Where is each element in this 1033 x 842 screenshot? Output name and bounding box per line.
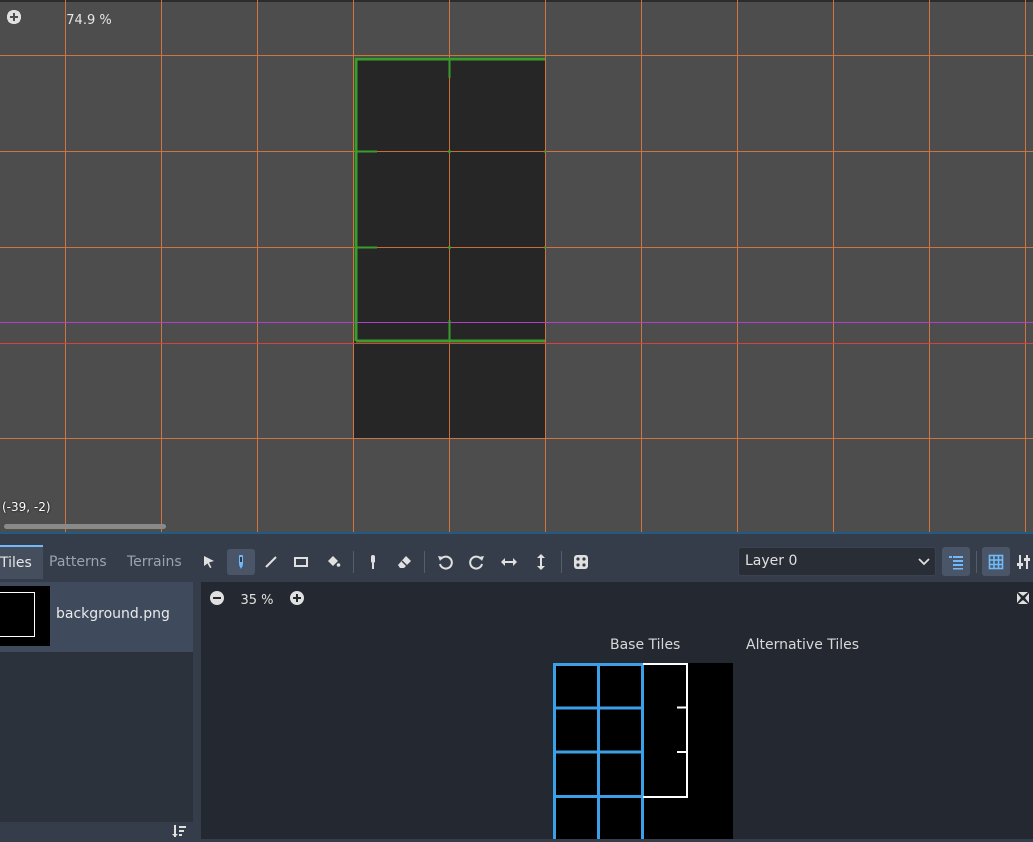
rotate-right-button[interactable] [463,549,491,575]
zoom-in-icon[interactable] [7,10,140,30]
scrollbar-thumb[interactable] [4,524,166,529]
base-tiles-label: Base Tiles [610,637,681,653]
source-item[interactable]: background.png [0,582,193,652]
grid-dot [448,246,451,249]
toggle-grid-button[interactable] [982,547,1010,576]
rect-icon [294,557,308,567]
line-icon [265,556,277,568]
eraser-tool-button[interactable] [391,549,419,575]
grid-dot [543,246,547,249]
top-ruler [0,0,1033,2]
grid-icon [988,554,1004,569]
flip-h-button[interactable] [495,549,523,575]
tab-patterns[interactable]: Patterns [38,545,118,579]
cursor-coordinates: (-39, -2) [2,500,51,514]
settings-button[interactable] [1016,547,1033,576]
eraser-icon [398,556,411,568]
atlas-zoom-label[interactable]: 35 % [225,593,289,608]
rect-tool-button[interactable] [287,549,315,575]
source-thumbnail [0,586,50,646]
select-icon [204,556,214,568]
alternative-tiles-label: Alternative Tiles [746,637,860,653]
grid-dot [543,150,547,153]
atlas-zoom-in-icon[interactable] [289,590,305,610]
bucket-tool-button[interactable] [319,549,347,575]
chevron-down-icon [917,548,931,585]
layer-select-value: Layer 0 [745,553,798,569]
random-tile-button[interactable] [567,549,595,575]
tilemap-viewport[interactable]: 74.9 % (-39, -2) [0,0,1033,532]
layer-select[interactable]: Layer 0 [738,547,936,576]
toolbar-separator [424,551,425,573]
sort-icon[interactable] [172,823,186,842]
toolbar-separator [353,551,354,573]
atlas-zoom-out-icon[interactable] [209,590,225,610]
viewport-zoom-bar: 74.9 % [6,9,140,31]
viewport-zoom-label[interactable]: 74.9 % [58,13,120,28]
random-icon [574,555,588,569]
grid-dot [448,150,451,153]
rotate-right-icon [469,555,484,570]
atlas-center-view-icon[interactable] [1015,590,1031,610]
picker-tool-button[interactable] [359,549,387,575]
panel-splitter[interactable] [0,532,1033,545]
select-tool-button[interactable] [195,549,223,575]
picker-icon [371,555,375,569]
bucket-icon [328,556,341,567]
tools-icon [1017,554,1030,569]
rotate-left-button[interactable] [431,549,459,575]
highlight-layer-button[interactable] [942,547,970,576]
flip-h-icon [501,558,517,566]
zoom-out-icon[interactable] [7,10,58,30]
paint-icon [239,555,243,569]
tilemap-canvas[interactable] [0,0,1033,532]
atlas-view[interactable]: 35 % Base Tiles Alternative Tiles [201,582,1033,839]
tile-sources-list: background.png [0,582,193,822]
flip-v-button[interactable] [527,549,555,575]
flip-v-icon [537,554,545,570]
tilemap-bottom-panel: Tiles Patterns Terrains Layer 0 backgrou… [0,545,1033,839]
atlas-tiles-grid[interactable] [553,663,735,839]
atlas-zoom-bar: 35 % [209,590,305,610]
horizontal-scrollbar[interactable] [0,522,1033,531]
toolbar-separator [976,551,977,573]
toolbar-separator [561,551,562,573]
tab-terrains[interactable]: Terrains [116,545,193,579]
paint-tool-button[interactable] [227,549,255,575]
line-tool-button[interactable] [257,549,285,575]
rotate-left-icon [438,555,453,570]
tab-tiles[interactable]: Tiles [0,545,43,579]
list-highlight-icon [949,555,963,569]
source-name: background.png [56,606,170,622]
